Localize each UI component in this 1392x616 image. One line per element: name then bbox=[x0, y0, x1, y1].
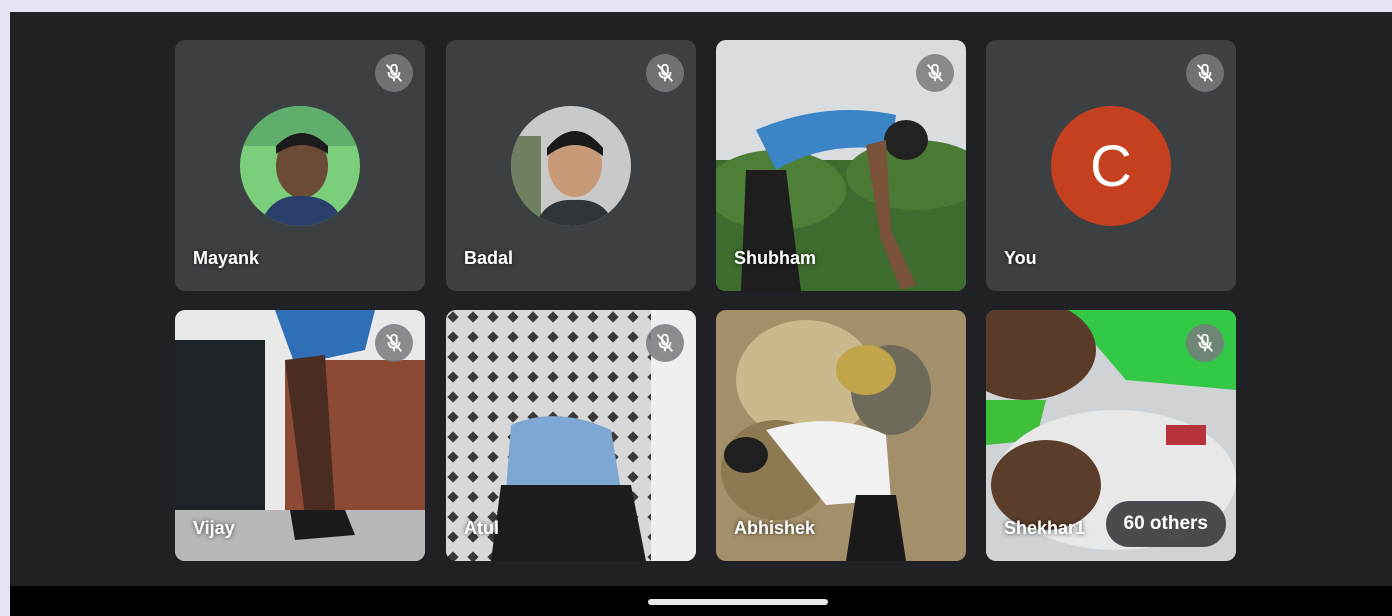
mute-indicator bbox=[646, 324, 684, 362]
mic-off-icon bbox=[656, 333, 674, 352]
participant-name: Shubham bbox=[734, 248, 817, 268]
avatar bbox=[240, 106, 360, 226]
participant-tile-shekhar[interactable]: Shekhar1 60 others bbox=[986, 310, 1236, 561]
participant-tile-abhishek[interactable]: Abhishek bbox=[716, 310, 966, 561]
mic-off-icon bbox=[1196, 333, 1214, 352]
mute-indicator bbox=[1186, 324, 1224, 362]
mic-off-icon bbox=[385, 333, 403, 352]
avatar bbox=[511, 106, 631, 226]
participant-tile-you[interactable]: C You bbox=[986, 40, 1236, 291]
participant-tile-vijay[interactable]: Vijay bbox=[175, 310, 425, 561]
avatar-photo bbox=[240, 106, 360, 226]
mute-indicator bbox=[1186, 54, 1224, 92]
home-indicator[interactable] bbox=[648, 599, 828, 605]
participant-name: Atul bbox=[464, 518, 499, 538]
participant-tile-shubham[interactable]: Shubham bbox=[716, 40, 966, 291]
meeting-screen: Mayank Badal Shubham C You Vijay Atul Ab… bbox=[10, 12, 1392, 616]
system-navigation-bar bbox=[10, 586, 1392, 616]
participant-name: Abhishek bbox=[734, 518, 816, 538]
participant-tile-mayank[interactable]: Mayank bbox=[175, 40, 425, 291]
participant-name: Badal bbox=[464, 248, 514, 268]
participant-name: You bbox=[1004, 248, 1037, 268]
avatar: C bbox=[1051, 106, 1171, 226]
mute-indicator bbox=[646, 54, 684, 92]
mic-off-icon bbox=[385, 63, 403, 82]
mute-indicator bbox=[375, 54, 413, 92]
participant-tile-atul[interactable]: Atul bbox=[446, 310, 696, 561]
participant-tile-badal[interactable]: Badal bbox=[446, 40, 696, 291]
mute-indicator bbox=[916, 54, 954, 92]
mic-off-icon bbox=[656, 63, 674, 82]
others-count-button[interactable]: 60 others bbox=[1105, 501, 1226, 547]
participant-name: Vijay bbox=[193, 518, 235, 538]
avatar-photo bbox=[511, 106, 631, 226]
mic-off-icon bbox=[926, 63, 944, 82]
mic-off-icon bbox=[1196, 63, 1214, 82]
participant-name: Mayank bbox=[193, 248, 260, 268]
mute-indicator bbox=[375, 324, 413, 362]
participant-name: Shekhar1 bbox=[1004, 518, 1086, 538]
